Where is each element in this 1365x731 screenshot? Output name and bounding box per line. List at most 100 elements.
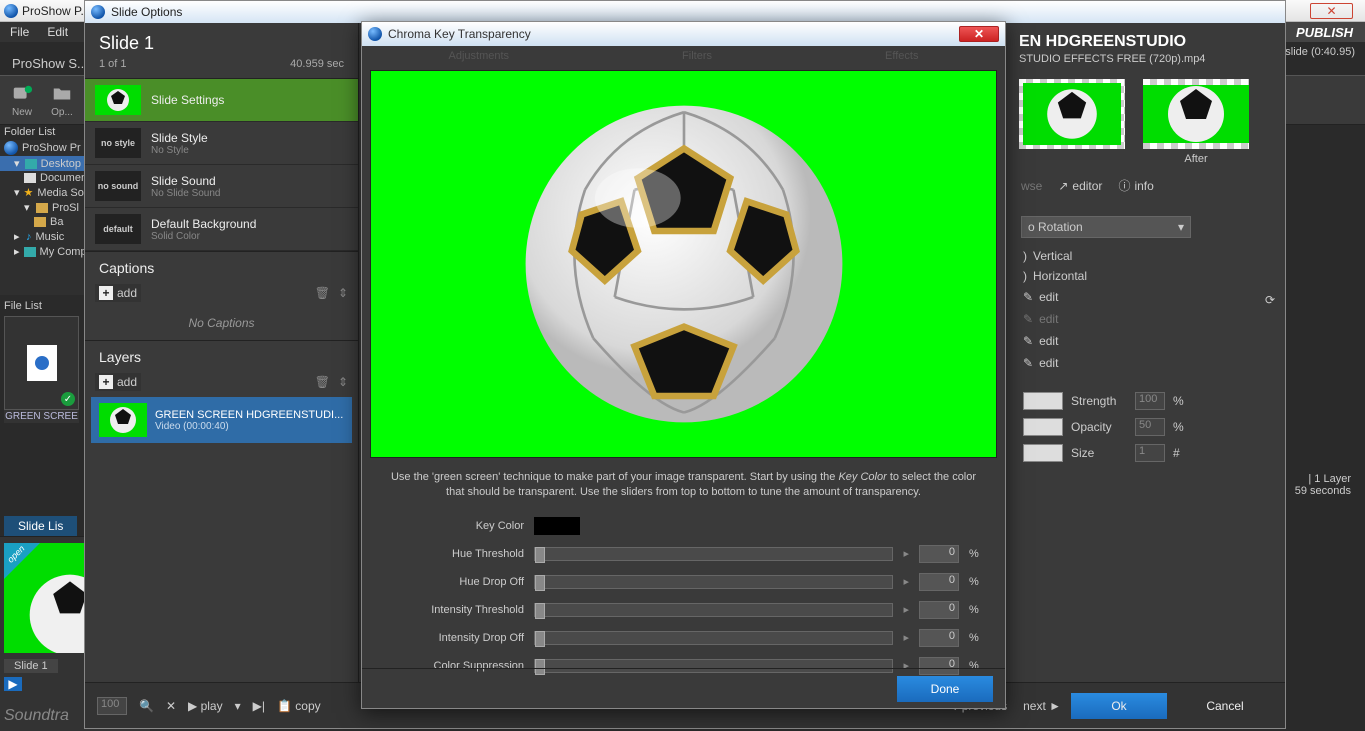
chroma-slider-row: Intensity Threshold▸0% <box>362 596 1005 624</box>
slider-value[interactable]: 0 <box>919 573 959 591</box>
menu-file[interactable]: File <box>10 25 29 39</box>
info-link[interactable]: ⓘ info <box>1118 177 1153 194</box>
slider-value[interactable]: 0 <box>919 629 959 647</box>
slide-options-row[interactable]: defaultDefault BackgroundSolid Color <box>85 208 358 251</box>
done-button[interactable]: Done <box>897 676 993 702</box>
folder-tree: ProShow Pr▾DesktopDocumen▾★Media So▾ProS… <box>0 140 85 295</box>
ok-button[interactable]: Ok <box>1071 693 1167 719</box>
folder-item[interactable]: ▾★Media So <box>0 185 85 200</box>
key-color-swatch[interactable] <box>534 517 580 535</box>
edit-row-4[interactable]: ✎ edit <box>1015 352 1285 374</box>
chroma-footer: Done <box>362 668 1005 708</box>
app-icon <box>368 27 382 41</box>
no-captions-label: No Captions <box>85 306 358 340</box>
file-list-title: File List <box>4 300 42 312</box>
chroma-slider-row: Hue Drop Off▸0% <box>362 568 1005 596</box>
rotation-dropdown[interactable]: o Rotation▾ <box>1021 216 1191 238</box>
slide-title: Slide 1 <box>85 23 358 58</box>
app-title: ProShow P... <box>22 4 90 18</box>
next-button[interactable]: next ► <box>1023 699 1061 713</box>
slider-handle[interactable] <box>535 603 545 619</box>
edit-row-3[interactable]: ✎ edit <box>1015 330 1285 352</box>
xicon[interactable]: ✕ <box>166 699 176 713</box>
file-thumbnail[interactable]: ✓ <box>4 316 79 410</box>
after-preview <box>1143 79 1249 149</box>
soundtrack-label: Soundtra <box>4 707 69 725</box>
copy-button[interactable]: 📋 copy <box>277 699 321 713</box>
layer-item[interactable]: GREEN SCREEN HDGREENSTUDI... Video (00:0… <box>91 397 352 443</box>
new-button[interactable]: New <box>10 83 34 118</box>
timeline-slide-label: Slide 1 <box>4 659 58 673</box>
slider-handle[interactable] <box>535 575 545 591</box>
advance-icon[interactable]: ▶| <box>253 699 265 713</box>
chroma-key-dialog: Chroma Key Transparency ✕ AdjustmentsFil… <box>361 21 1006 709</box>
proshow-label: ProShow S... <box>12 56 88 71</box>
slide-options-titlebar[interactable]: Slide Options <box>85 1 1285 23</box>
slider-value[interactable]: 0 <box>919 545 959 563</box>
slider-value[interactable]: 0 <box>919 601 959 619</box>
slider-track[interactable] <box>534 547 893 561</box>
before-preview <box>1019 79 1125 149</box>
layers-header: Layers <box>85 340 358 369</box>
slider-track[interactable] <box>534 603 893 617</box>
folder-item[interactable]: ▸My Comp <box>0 244 85 259</box>
folder-item[interactable]: ▾ProSl <box>0 200 85 215</box>
trash-icon[interactable]: 🗑 <box>315 286 330 300</box>
add-caption-button[interactable]: +add <box>95 284 141 302</box>
slide-options-right-panel: EN HDGREENSTUDIO STUDIO EFFECTS FREE (72… <box>1015 23 1285 682</box>
sort-icon[interactable]: ⇕ <box>338 286 348 300</box>
zoom-value[interactable]: 100 <box>97 697 127 715</box>
soccer-ball-image <box>519 99 849 429</box>
edit-row-1[interactable]: ✎ edit <box>1015 286 1285 308</box>
chroma-slider-row: Hue Threshold▸0% <box>362 540 1005 568</box>
browse-link: wse <box>1021 179 1042 193</box>
folder-item[interactable]: Ba <box>0 215 85 229</box>
file-caption: GREEN SCREE <box>4 410 79 423</box>
key-color-row: Key Color <box>362 512 1005 540</box>
close-icon[interactable]: ✕ <box>1310 3 1353 19</box>
timeline-play-button[interactable]: ▶ <box>4 677 22 691</box>
slider-handle[interactable] <box>535 631 545 647</box>
slide-options-row[interactable]: Slide Settings <box>85 79 358 122</box>
captions-header: Captions <box>85 251 358 280</box>
slide-duration-label: slide (0:40.95) <box>1285 46 1355 58</box>
flip-vertical-checkbox[interactable]: )Vertical <box>1015 246 1285 266</box>
layer-count-summary: | 1 Layer 59 seconds <box>1295 473 1351 497</box>
sort-icon[interactable]: ⇕ <box>338 375 348 389</box>
folder-item[interactable]: ▾Desktop <box>0 156 85 171</box>
dropdown-icon[interactable]: ▾ <box>235 699 241 713</box>
close-icon[interactable]: ✕ <box>959 26 999 42</box>
publish-tab[interactable]: PUBLISH <box>1276 22 1365 42</box>
editor-link[interactable]: ↗ editor <box>1058 179 1102 193</box>
cancel-button[interactable]: Cancel <box>1177 693 1273 719</box>
after-label: After <box>1184 153 1207 165</box>
folder-item[interactable]: ProShow Pr <box>0 140 85 156</box>
chroma-titlebar[interactable]: Chroma Key Transparency ✕ <box>362 22 1005 46</box>
slide-options-row[interactable]: no soundSlide SoundNo Slide Sound <box>85 165 358 208</box>
chroma-help-text: Use the 'green screen' technique to make… <box>362 466 1005 512</box>
slide-counter: 1 of 1 <box>99 58 127 70</box>
menu-edit[interactable]: Edit <box>47 25 68 39</box>
slider-handle[interactable] <box>535 547 545 563</box>
slide-options-row[interactable]: no styleSlide StyleNo Style <box>85 122 358 165</box>
asset-title: EN HDGREENSTUDIO <box>1015 23 1285 53</box>
open-button[interactable]: Op... <box>50 83 74 118</box>
refresh-icon[interactable]: ⟳ <box>1265 293 1275 307</box>
trash-icon[interactable]: 🗑 <box>315 375 330 389</box>
add-layer-button[interactable]: +add <box>95 373 141 391</box>
slide-list-tab[interactable]: Slide Lis <box>4 516 77 536</box>
app-icon <box>4 4 18 18</box>
chroma-preview <box>370 70 997 458</box>
folder-item[interactable]: ▸♪Music <box>0 229 85 244</box>
slider-track[interactable] <box>534 575 893 589</box>
flip-horizontal-checkbox[interactable]: )Horizontal <box>1015 266 1285 286</box>
slide-options-sidebar: Slide 1 1 of 1 40.959 sec Slide Settings… <box>85 23 359 682</box>
opacity-row: Opacity 50% <box>1015 414 1285 440</box>
folder-item[interactable]: Documen <box>0 171 85 185</box>
search-icon[interactable]: 🔍 <box>139 699 154 713</box>
app-icon <box>91 5 105 19</box>
slider-track[interactable] <box>534 631 893 645</box>
layer-info: Video (00:00:40) <box>155 421 343 432</box>
play-button[interactable]: ▶ play <box>188 699 223 713</box>
chroma-slider-row: Intensity Drop Off▸0% <box>362 624 1005 652</box>
